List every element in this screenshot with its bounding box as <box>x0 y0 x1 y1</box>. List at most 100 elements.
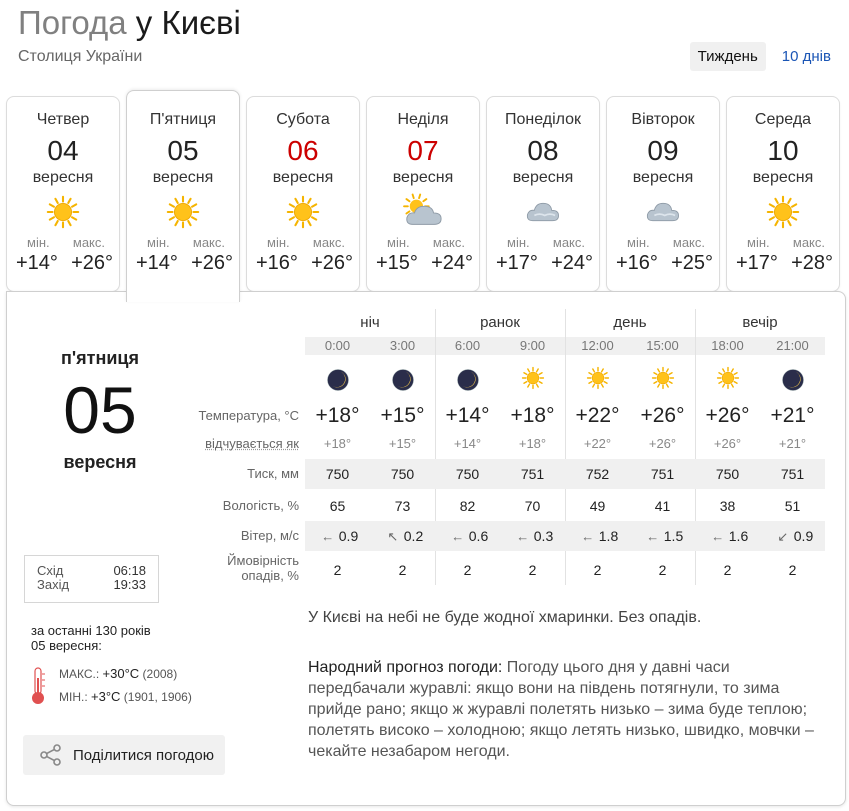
sun-icon <box>695 365 760 397</box>
max-temp: +26° <box>311 252 353 274</box>
day-card[interactable]: Понеділок 08 вересня мін. макс. +17° +24° <box>486 96 600 292</box>
wind-direction-icon: ← <box>646 529 660 544</box>
day-number: 09 <box>647 135 679 166</box>
hour-feels-like: +21° <box>778 436 807 451</box>
day-name: Вівторок <box>631 111 695 128</box>
period-switch: Тиждень 10 днів <box>689 42 839 71</box>
cloud-icon <box>641 193 685 231</box>
day-month: вересня <box>392 169 454 186</box>
wind-row-label: Вітер, м/с <box>240 528 299 543</box>
wind-speed: 0.9 <box>338 528 359 544</box>
history-caption: за останні 130 років 05 вересня: <box>31 623 151 653</box>
hour-feels-like: +26° <box>648 436 677 451</box>
record-max-value: +30°C <box>102 666 140 681</box>
hour-wind: ↙ 0.9 <box>760 521 825 552</box>
sun-icon <box>500 365 565 397</box>
period-header: день <box>613 314 647 331</box>
week-tab[interactable]: Тиждень <box>689 42 766 71</box>
hour-humidity: 51 <box>784 498 801 514</box>
day-month: вересня <box>152 169 214 186</box>
hour-humidity: 65 <box>329 498 346 514</box>
day-card[interactable]: Вівторок 09 вересня мін. макс. +16° +25° <box>606 96 720 292</box>
hour-temperature: +18° <box>510 404 555 427</box>
min-temp: +16° <box>616 252 658 274</box>
wind-direction-icon: ↙ <box>777 529 789 544</box>
sun-icon <box>630 365 695 397</box>
hour-feels-like: +18° <box>323 436 352 451</box>
hour-pressure: 750 <box>390 466 415 482</box>
hour-humidity: 70 <box>524 498 541 514</box>
sun-icon <box>161 193 205 231</box>
weather-summary: У Києві на небі не буде жодної хмаринки.… <box>308 609 702 626</box>
hour-time: 21:00 <box>776 338 809 353</box>
hour-feels-like: +14° <box>453 436 482 451</box>
hour-pressure: 751 <box>520 466 545 482</box>
wind-speed: 1.6 <box>728 528 749 544</box>
max-temp: +26° <box>71 252 113 274</box>
day-card[interactable]: Четвер 04 вересня мін. макс. +14° +26° <box>6 96 120 292</box>
hour-precipitation: 2 <box>398 562 407 578</box>
min-temp: +14° <box>16 252 58 274</box>
day-name: Четвер <box>36 111 90 128</box>
min-label: мін. <box>387 235 410 250</box>
sunrise-label: Схід <box>37 563 64 578</box>
hour-precipitation: 2 <box>528 562 537 578</box>
day-card[interactable]: Субота 06 вересня мін. макс. +16° +26° <box>246 96 360 292</box>
day-month: вересня <box>512 169 574 186</box>
hour-wind: ← 0.9 <box>305 521 370 552</box>
hour-pressure: 750 <box>715 466 740 482</box>
folk-forecast-title: Народний прогноз погоди: <box>308 659 503 676</box>
hour-time: 9:00 <box>519 338 546 353</box>
record-min-years: (1901, 1906) <box>123 690 192 704</box>
share-button[interactable]: Поділитися погодою <box>23 735 225 775</box>
sunset-time: 19:33 <box>113 577 146 592</box>
day-name: П'ятниця <box>149 111 217 128</box>
day-number: 04 <box>47 135 79 166</box>
page-subtitle: Столиця України <box>18 48 143 65</box>
selected-day-number: 05 <box>63 373 137 447</box>
day-number: 08 <box>527 135 559 166</box>
hour-feels-like: +15° <box>388 436 417 451</box>
sun-icon <box>761 193 805 231</box>
record-max-label: МАКС.: <box>59 667 100 681</box>
hour-temperature: +21° <box>770 404 815 427</box>
sunrise-sunset-box: Схід 06:18 Захід 19:33 <box>24 555 159 603</box>
moon-icon <box>435 365 500 397</box>
day-number: 07 <box>407 135 439 166</box>
record-min-value: +3°C <box>91 689 121 704</box>
hour-time: 15:00 <box>646 338 679 353</box>
day-name: Середа <box>754 111 812 128</box>
page-title: Погода у Києві <box>18 4 241 42</box>
day-month: вересня <box>32 169 94 186</box>
hour-precipitation: 2 <box>333 562 342 578</box>
day-card[interactable]: Неділя 07 вересня мін. макс. +15° +24° <box>366 96 480 292</box>
min-label: мін. <box>27 235 50 250</box>
sun-cloud-icon <box>401 193 445 231</box>
hour-feels-like: +18° <box>518 436 547 451</box>
period-header: вечір <box>742 314 778 331</box>
hour-precipitation: 2 <box>658 562 667 578</box>
wind-direction-icon: ← <box>581 529 595 544</box>
hour-wind: ← 0.6 <box>435 521 500 552</box>
hour-pressure: 751 <box>650 466 675 482</box>
day-number: 05 <box>167 135 199 166</box>
wind-speed: 0.6 <box>468 528 489 544</box>
ten-days-link[interactable]: 10 днів <box>774 42 839 71</box>
hour-wind: ← 1.8 <box>565 521 630 552</box>
day-card[interactable]: Середа 10 вересня мін. макс. +17° +28° <box>726 96 840 292</box>
day-card[interactable]: П'ятниця 05 вересня мін. макс. +14° +26° <box>126 90 240 302</box>
max-temp: +24° <box>431 252 473 274</box>
pressure-row-label: Тиск, мм <box>247 466 299 481</box>
max-temp: +28° <box>791 252 833 274</box>
hour-precipitation: 2 <box>723 562 732 578</box>
day-month: вересня <box>752 169 814 186</box>
record-max: МАКС.: +30°C (2008) <box>59 666 177 681</box>
feels-row-label[interactable]: відчувається як <box>182 435 299 453</box>
moon-icon <box>760 365 825 397</box>
wind-speed: 1.5 <box>663 528 684 544</box>
period-header: ранок <box>480 314 520 331</box>
max-temp: +24° <box>551 252 593 274</box>
sun-icon <box>565 365 630 397</box>
wind-direction-icon: ← <box>516 529 530 544</box>
moon-icon <box>370 365 435 397</box>
